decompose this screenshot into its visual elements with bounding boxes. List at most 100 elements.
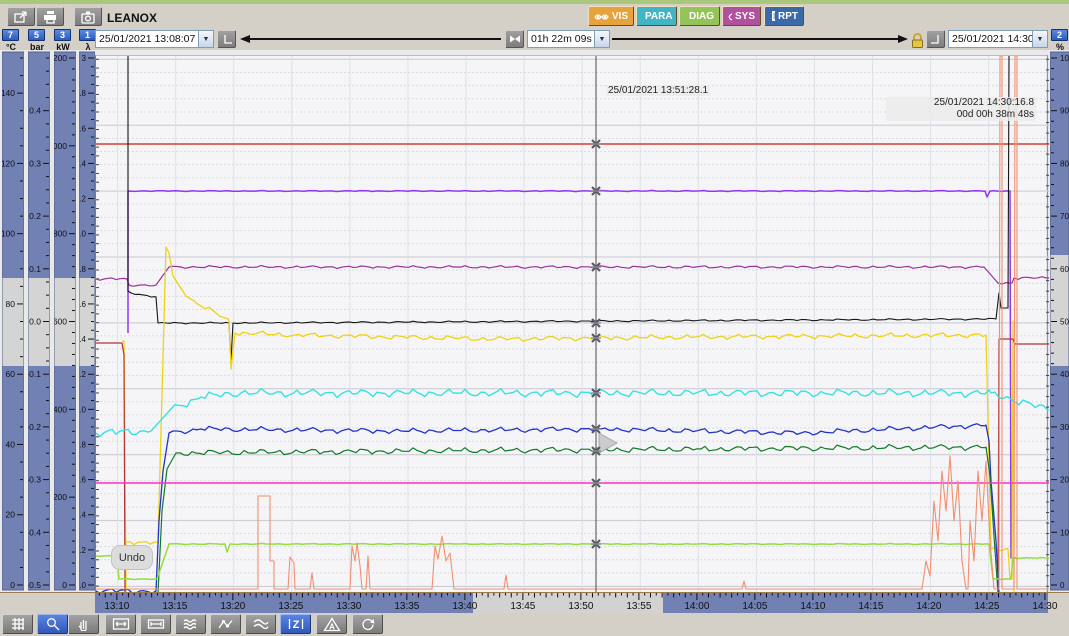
nav-para-button[interactable]: PARA <box>636 6 677 26</box>
end-time-field[interactable]: 25/01/2021 14:30:16 ▼ <box>948 30 1048 48</box>
ruler-kw[interactable]: 120010008006004002000 <box>54 50 76 592</box>
svg-text:50: 50 <box>1060 318 1069 327</box>
nav-diag-button[interactable]: DIAG <box>679 6 720 26</box>
time-ruler-canvas[interactable]: 13:1013:1513:2013:2513:3013:3513:4013:45… <box>0 592 1069 613</box>
series-power-black <box>128 56 1009 361</box>
axis-1-number[interactable]: 1 <box>79 29 96 41</box>
svg-text:20: 20 <box>6 510 16 520</box>
duration-dropdown[interactable]: ▼ <box>594 31 609 47</box>
svg-text:60: 60 <box>6 369 16 379</box>
svg-text:-0.4: -0.4 <box>28 527 41 537</box>
ruler-bar[interactable]: 0.40.30.20.10.0-0.1-0.2-0.3-0.4-0.5 <box>28 50 50 592</box>
svg-text:80: 80 <box>6 299 16 309</box>
time-tick-label: 14:05 <box>742 601 767 612</box>
svg-text:0.6: 0.6 <box>79 476 87 485</box>
time-ruler[interactable]: 13:1013:1513:2013:2513:3013:3513:4013:45… <box>0 592 1069 613</box>
time-control-bar: 7 °C 5 bar 3 kW 1 λ 25/01/2021 13:08:07 … <box>0 28 1069 52</box>
range-end-time: 25/01/2021 14:30:16.8 <box>888 97 1034 109</box>
pan-button[interactable] <box>68 614 99 634</box>
ruler-celsius[interactable]: 140120100806040200 <box>2 50 24 592</box>
fit-horizontal-button[interactable] <box>105 614 136 634</box>
svg-text:60: 60 <box>1060 265 1069 274</box>
snap-left-button[interactable] <box>217 30 236 48</box>
time-tick-label: 13:10 <box>104 601 129 612</box>
refresh-button[interactable] <box>352 614 383 634</box>
time-tick-label: 13:45 <box>510 601 535 612</box>
print-button[interactable] <box>36 7 64 26</box>
end-time-dropdown[interactable]: ▼ <box>1032 31 1047 47</box>
alarm-button[interactable]: A <box>316 614 347 634</box>
nav-rpt-button[interactable]: RPT <box>764 6 804 26</box>
nav-para-label: PARA <box>645 11 673 22</box>
svg-text:200: 200 <box>54 492 67 502</box>
nav-diag-label: DIAG <box>689 11 714 22</box>
duration-field[interactable]: 01h 22m 09s ▼ <box>527 30 610 48</box>
axis-header-2[interactable]: 2 % <box>1051 29 1069 52</box>
corner-right-icon <box>929 32 943 46</box>
range-horizontal-button[interactable] <box>140 614 171 634</box>
z-box-icon: Z <box>287 617 305 631</box>
zoom-z-button[interactable]: Z <box>280 614 311 634</box>
ruler-lambda[interactable]: 32.82.62.42.22.01.81.61.41.21.00.80.60.4… <box>79 50 95 592</box>
zoom-button[interactable] <box>37 614 68 634</box>
svg-text:10: 10 <box>1060 528 1069 537</box>
time-tick-label: 14:30 <box>1032 601 1057 612</box>
corner-left-icon <box>220 32 234 46</box>
axis-2-number[interactable]: 2 <box>1051 29 1068 41</box>
axis-7-number[interactable]: 7 <box>2 29 19 41</box>
magnifier-icon <box>685 10 686 22</box>
axis-3-number[interactable]: 3 <box>54 29 71 41</box>
report-icon <box>770 10 775 22</box>
nav-vis-button[interactable]: VIS <box>588 6 634 26</box>
svg-text:2.2: 2.2 <box>79 195 87 204</box>
svg-text:0.1: 0.1 <box>29 264 41 274</box>
export-icon <box>13 10 29 24</box>
time-tick-label: 14:10 <box>800 601 825 612</box>
svg-text:1000: 1000 <box>54 141 67 151</box>
interpolation-button[interactable] <box>210 614 241 634</box>
start-time-dropdown[interactable]: ▼ <box>198 31 213 47</box>
series-exhaust-yellow <box>122 247 1014 593</box>
stacked-curves-button[interactable] <box>245 614 276 634</box>
waves-button[interactable] <box>175 614 206 634</box>
pin-button[interactable] <box>505 30 524 48</box>
header-bar: LEANOX VIS PARA DIAG SYS RPT <box>0 4 1069 28</box>
svg-text:2.0: 2.0 <box>79 230 87 239</box>
axis-header-5[interactable]: 5 bar <box>28 29 46 52</box>
svg-text:0.2: 0.2 <box>79 546 87 555</box>
axis-header-7[interactable]: 7 °C <box>2 29 20 52</box>
trend-monitor-window: LEANOX VIS PARA DIAG SYS RPT <box>0 0 1069 636</box>
refresh-icon <box>360 617 376 631</box>
start-time-field[interactable]: 25/01/2021 13:08:07 ▼ <box>95 30 214 48</box>
svg-text:90: 90 <box>1060 107 1069 116</box>
svg-text:1.2: 1.2 <box>79 370 87 379</box>
ruler-percent[interactable]: 1009080706050403020100 <box>1050 50 1069 592</box>
lock-icon[interactable] <box>910 32 925 49</box>
time-tick-label: 14:15 <box>858 601 883 612</box>
trend-chart-canvas[interactable] <box>96 56 1049 593</box>
time-tick-label: 13:25 <box>278 601 303 612</box>
time-tick-label: 13:35 <box>394 601 419 612</box>
hand-icon <box>76 617 92 631</box>
time-tick-label: 14:20 <box>916 601 941 612</box>
trend-plot[interactable]: 25/01/2021 13:51:28.1 25/01/2021 14:30:1… <box>95 55 1048 592</box>
axis-5-number[interactable]: 5 <box>28 29 45 41</box>
snapshot-button[interactable] <box>74 7 102 26</box>
time-tick-label: 14:25 <box>974 601 999 612</box>
svg-text:Z: Z <box>292 619 299 631</box>
export-button[interactable] <box>7 7 35 26</box>
svg-text:-0.1: -0.1 <box>28 369 41 379</box>
svg-text:0.2: 0.2 <box>29 211 41 221</box>
grid-button[interactable] <box>2 614 33 634</box>
undo-button[interactable]: Undo <box>111 545 153 570</box>
nav-rpt-label: RPT <box>778 11 798 22</box>
cursor-time-label: 25/01/2021 13:51:28.1 <box>606 85 710 96</box>
nav-vis-label: VIS <box>612 11 628 22</box>
nav-sys-button[interactable]: SYS <box>722 6 761 26</box>
chart-region: 140120100806040200 0.40.30.20.10.0-0.1-0… <box>0 50 1069 592</box>
svg-text:2.6: 2.6 <box>79 124 87 133</box>
svg-text:120: 120 <box>2 158 15 168</box>
axis-header-3[interactable]: 3 kW <box>54 29 72 52</box>
snap-right-button[interactable] <box>926 30 945 48</box>
svg-text:80: 80 <box>1060 159 1069 168</box>
